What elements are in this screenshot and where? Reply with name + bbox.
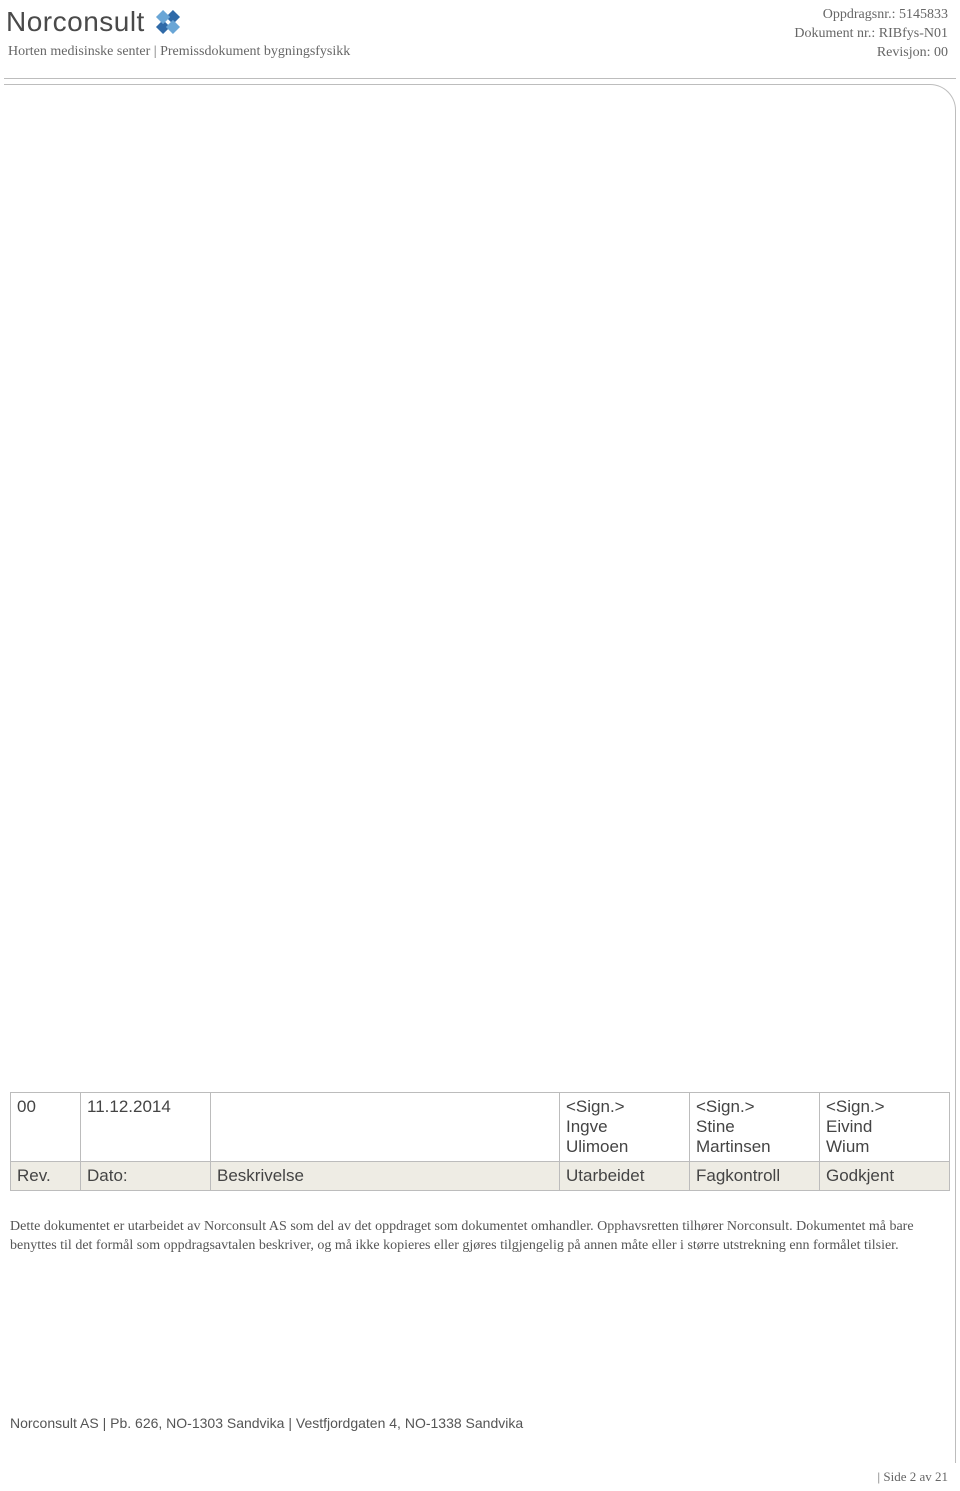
cell-godkjent: <Sign.> Eivind Wium [820,1093,950,1162]
header-divider [4,78,956,79]
page-header: Norconsult Horten medisinske senter | Pr… [0,0,960,76]
meta-oppdrag: Oppdragsnr.: 5145833 [794,6,948,25]
hdr-utarbeidet: Utarbeidet [560,1162,690,1191]
hdr-godkjent: Godkjent [820,1162,950,1191]
cell-rev: 00 [11,1093,81,1162]
hdr-fagkontroll: Fagkontroll [690,1162,820,1191]
cell-date: 11.12.2014 [81,1093,211,1162]
logo-text: Norconsult [6,6,145,38]
meta-oppdrag-label: Oppdragsnr.: [823,7,896,22]
revision-table: 00 11.12.2014 <Sign.> Ingve Ulimoen <Sig… [10,1092,950,1191]
cell-utarbeidet: <Sign.> Ingve Ulimoen [560,1093,690,1162]
meta-revisjon: Revisjon: 00 [794,44,948,63]
meta-dokument-value: RIBfys-N01 [879,26,948,41]
hdr-rev: Rev. [11,1162,81,1191]
meta-dokument-label: Dokument nr.: [794,26,875,41]
meta-dokument: Dokument nr.: RIBfys-N01 [794,25,948,44]
meta-revisjon-value: 00 [934,45,948,60]
meta-revisjon-label: Revisjon: [877,45,931,60]
logo-icon [151,8,185,36]
header-meta: Oppdragsnr.: 5145833 Dokument nr.: RIBfy… [794,6,948,63]
footer-company-line: Norconsult AS | Pb. 626, NO-1303 Sandvik… [10,1415,523,1431]
disclaimer-text: Dette dokumentet er utarbeidet av Norcon… [10,1218,940,1256]
hdr-date: Dato: [81,1162,211,1191]
document-page: Norconsult Horten medisinske senter | Pr… [0,0,960,1491]
table-row: 00 11.12.2014 <Sign.> Ingve Ulimoen <Sig… [11,1093,950,1162]
table-header-row: Rev. Dato: Beskrivelse Utarbeidet Fagkon… [11,1162,950,1191]
meta-oppdrag-value: 5145833 [899,7,948,22]
cell-desc [211,1093,560,1162]
page-number: | Side 2 av 21 [878,1469,948,1485]
hdr-desc: Beskrivelse [211,1162,560,1191]
page-frame [4,84,956,1463]
revision-table-wrap: 00 11.12.2014 <Sign.> Ingve Ulimoen <Sig… [10,1092,950,1191]
cell-fagkontroll: <Sign.> Stine Martinsen [690,1093,820,1162]
